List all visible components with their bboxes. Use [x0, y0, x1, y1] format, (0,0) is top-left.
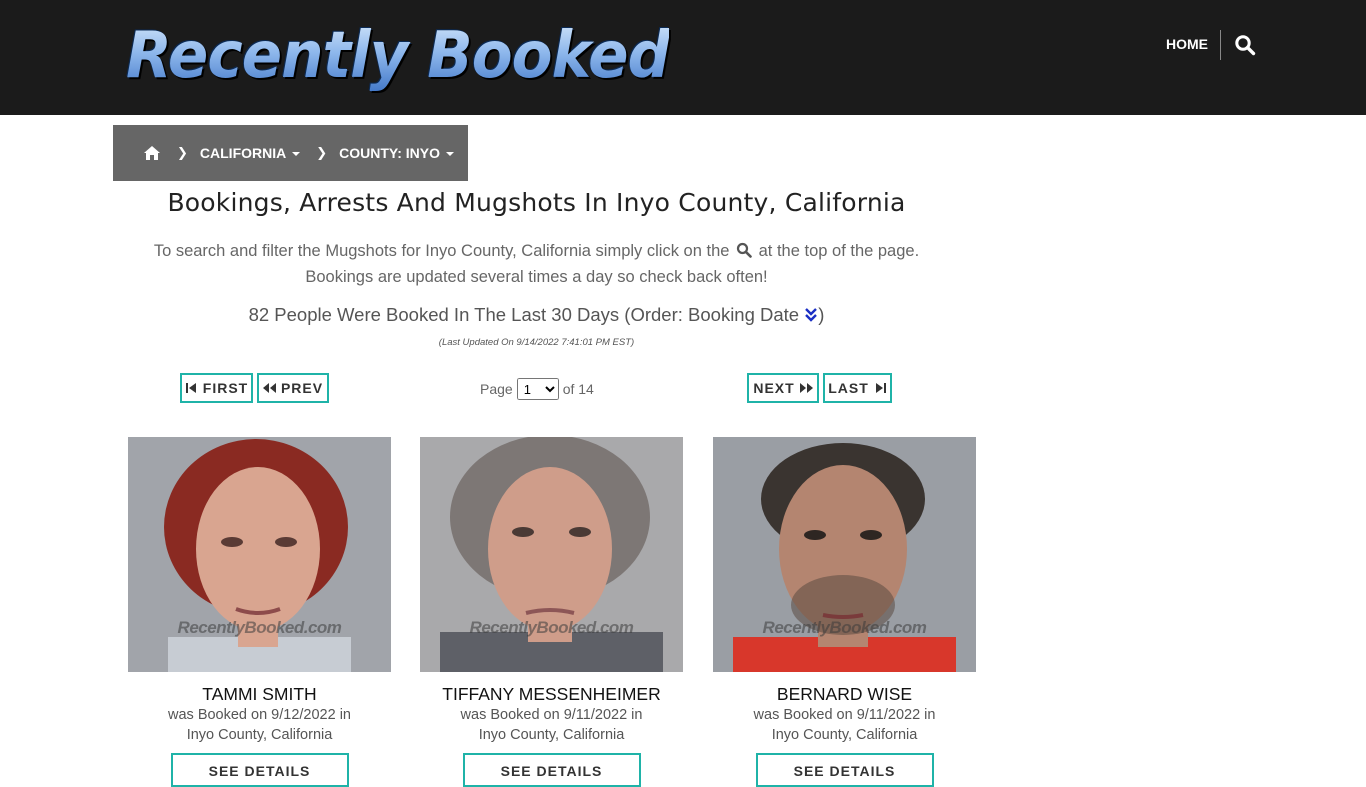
booking-location: Inyo County, California	[771, 727, 918, 743]
prev-page-label: PREV	[280, 380, 324, 396]
breadcrumb-state-label: CALIFORNIA	[199, 145, 287, 161]
booking-card: RecentlyBooked.com TAMMI SMITH was Booke…	[128, 437, 391, 787]
double-chevron-down-icon[interactable]	[804, 307, 818, 323]
see-details-button[interactable]: SEE DETAILS	[462, 753, 641, 787]
face-shape	[488, 467, 612, 631]
search-icon[interactable]	[1234, 34, 1256, 56]
nav-divider	[1220, 30, 1221, 60]
booking-count-text: 82 People Were Booked In The Last 30 Day…	[248, 304, 800, 325]
intro-line1-end: at the top of the page.	[758, 242, 920, 260]
booking-count-close: )	[818, 304, 825, 325]
first-page-label: FIRST	[202, 380, 249, 396]
booking-count: 82 People Were Booked In The Last 30 Day…	[113, 304, 960, 326]
person-name[interactable]: TIFFANY MESSENHEIMER	[420, 684, 683, 705]
nav-home-link[interactable]: HOME	[1166, 36, 1208, 52]
home-icon[interactable]	[143, 145, 161, 161]
watermark: RecentlyBooked.com	[469, 618, 634, 637]
watermark: RecentlyBooked.com	[177, 618, 342, 637]
see-details-button[interactable]: SEE DETAILS	[755, 753, 934, 787]
booking-card: RecentlyBooked.com TIFFANY MESSENHEIMER …	[420, 437, 683, 787]
intro-line1-start: To search and filter the Mugshots for In…	[153, 242, 730, 260]
booking-location: Inyo County, California	[478, 727, 625, 743]
caret-down-icon	[446, 152, 454, 157]
search-icon	[736, 242, 752, 258]
breadcrumb-county[interactable]: COUNTY: INYO	[339, 145, 454, 161]
eye-right	[275, 537, 297, 547]
mugshot-photo[interactable]: RecentlyBooked.com	[128, 437, 391, 672]
last-updated: (Last Updated On 9/14/2022 7:41:01 PM ES…	[438, 337, 635, 348]
last-page-label: LAST	[828, 380, 869, 396]
chevron-right-icon: ❯	[177, 145, 188, 160]
site-header: Recently Booked HOME	[0, 0, 1366, 115]
page-selector: Page 1 of 14	[480, 378, 594, 400]
mugshot-photo[interactable]: RecentlyBooked.com	[420, 437, 683, 672]
person-name[interactable]: BERNARD WISE	[713, 684, 976, 705]
next-page-label: NEXT	[753, 380, 795, 396]
booking-card: RecentlyBooked.com BERNARD WISE was Book…	[713, 437, 976, 787]
breadcrumb-county-label: COUNTY: INYO	[339, 145, 440, 161]
booking-date: was Booked on 9/11/2022 in	[460, 707, 643, 723]
first-page-button[interactable]: FIRST	[180, 373, 253, 403]
person-name[interactable]: TAMMI SMITH	[128, 684, 391, 705]
last-page-icon	[875, 383, 886, 393]
last-page-button[interactable]: LAST	[823, 373, 892, 403]
intro-line2: Bookings are updated several times a day…	[305, 268, 768, 286]
page-total: of 14	[562, 381, 594, 397]
page-label: Page	[480, 381, 513, 397]
mouth-shape	[822, 613, 864, 619]
breadcrumb: ❯ CALIFORNIA ❯ COUNTY: INYO	[113, 125, 468, 181]
eye-right	[569, 527, 591, 537]
fast-forward-icon	[799, 383, 813, 393]
page-select[interactable]: 1	[516, 378, 559, 400]
breadcrumb-state[interactable]: CALIFORNIA	[199, 145, 301, 161]
intro-text: To search and filter the Mugshots for In…	[113, 238, 960, 290]
see-details-button[interactable]: SEE DETAILS	[170, 753, 349, 787]
watermark: RecentlyBooked.com	[762, 618, 927, 637]
chevron-right-icon: ❯	[316, 145, 328, 160]
eye-left	[512, 527, 534, 537]
next-page-button[interactable]: NEXT	[747, 373, 819, 403]
first-page-icon	[185, 383, 196, 393]
page-title: Bookings, Arrests And Mugshots In Inyo C…	[167, 188, 906, 217]
rewind-icon	[262, 383, 276, 393]
prev-page-button[interactable]: PREV	[257, 373, 329, 403]
mugshot-photo[interactable]: RecentlyBooked.com	[713, 437, 976, 672]
booking-date: was Booked on 9/12/2022 in	[168, 707, 351, 723]
face-shape	[196, 467, 320, 631]
eye-right	[860, 530, 882, 540]
eye-left	[804, 530, 826, 540]
site-logo[interactable]: Recently Booked	[126, 18, 670, 94]
booking-date: was Booked on 9/11/2022 in	[753, 707, 936, 723]
eye-left	[221, 537, 243, 547]
caret-down-icon	[292, 152, 301, 157]
booking-location: Inyo County, California	[186, 727, 333, 743]
